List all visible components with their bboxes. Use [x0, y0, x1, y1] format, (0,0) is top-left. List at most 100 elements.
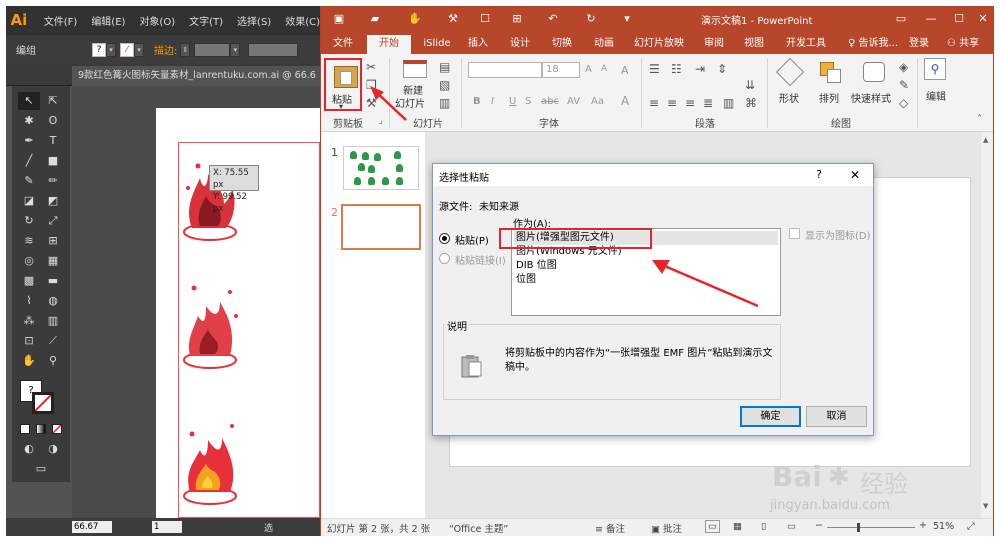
lasso-tool-icon[interactable]: ʘ: [42, 112, 64, 130]
hand-tool-icon[interactable]: ✋: [18, 352, 40, 370]
artboard-tool-icon[interactable]: ⊡: [18, 332, 40, 350]
list-item[interactable]: 位图: [514, 273, 778, 287]
ai-document-tab[interactable]: 9款红色篝火图标矢量素材_lanrentuku.com.ai @ 66.6: [72, 66, 320, 86]
layout-icon[interactable]: ▤: [439, 60, 450, 74]
format-painter-icon[interactable]: ⚒: [445, 11, 461, 27]
tab-animations[interactable]: 动画: [589, 35, 619, 54]
spelling-icon[interactable]: ☐: [477, 11, 493, 27]
type-tool-icon[interactable]: T: [42, 132, 64, 150]
display-as-icon-label[interactable]: 显示为图标(D): [805, 227, 871, 242]
ai-menu-object[interactable]: 对象(O): [139, 13, 175, 28]
new-slide-button[interactable]: 新建 幻灯片: [395, 58, 435, 114]
tab-design[interactable]: 设计: [505, 35, 535, 54]
fire-icon[interactable]: [180, 276, 240, 372]
tab-review[interactable]: 审阅: [699, 35, 729, 54]
list-item[interactable]: DIB 位图: [514, 259, 778, 273]
paste-radio[interactable]: [439, 233, 450, 244]
clear-format-icon[interactable]: A: [621, 64, 629, 77]
normal-view-icon[interactable]: ▭: [705, 520, 720, 533]
close-icon[interactable]: ✕: [843, 166, 867, 184]
share-button[interactable]: ⚇ 共享: [937, 35, 989, 54]
shape-builder-tool-icon[interactable]: ◎: [18, 252, 40, 270]
close-icon[interactable]: ✕: [973, 10, 993, 28]
tab-slideshow[interactable]: 幻灯片放映: [631, 35, 687, 54]
font-name-field[interactable]: [468, 62, 542, 78]
tab-insert[interactable]: 插入: [463, 35, 493, 54]
gradient-mode-icon[interactable]: [36, 424, 46, 434]
magic-wand-tool-icon[interactable]: ✱: [18, 112, 40, 130]
paste-link-radio-label[interactable]: 粘贴链接(I): [455, 252, 506, 267]
chevron-down-icon[interactable]: ▾: [230, 42, 241, 57]
scroll-up-icon[interactable]: ▲: [983, 136, 988, 144]
display-as-icon-checkbox[interactable]: [789, 228, 800, 239]
slide-sorter-icon[interactable]: ▦: [733, 521, 742, 532]
symbol-sprayer-tool-icon[interactable]: ⁂: [18, 312, 40, 330]
draw-inside-icon[interactable]: ◑: [42, 440, 64, 458]
slice-tool-icon[interactable]: ⟋: [42, 332, 64, 350]
paintbrush-tool-icon[interactable]: ✎: [18, 172, 40, 190]
dialog-launcher-icon[interactable]: ⌟: [379, 116, 383, 125]
vertical-scrollbar[interactable]: ▲ ▼: [981, 132, 993, 518]
zoom-slider[interactable]: [827, 523, 915, 532]
undo-icon[interactable]: ↶: [545, 11, 561, 27]
mesh-tool-icon[interactable]: ▩: [18, 272, 40, 290]
tab-home[interactable]: 开始: [367, 35, 411, 54]
stroke-swatch-large[interactable]: [32, 392, 54, 414]
warp-tool-icon[interactable]: ≋: [18, 232, 40, 250]
strikethrough-icon[interactable]: abc: [541, 96, 559, 107]
perspective-grid-tool-icon[interactable]: ▦: [42, 252, 64, 270]
fill-swatch[interactable]: ?: [92, 42, 106, 57]
notes-button[interactable]: ≡ 备注: [595, 521, 625, 535]
selection-tool-icon[interactable]: ↖: [18, 92, 40, 110]
ai-menu-file[interactable]: 文件(F): [44, 13, 78, 28]
tab-view[interactable]: 视图: [739, 35, 769, 54]
pen-tool-icon[interactable]: ✒: [18, 132, 40, 150]
bold-icon[interactable]: B: [473, 96, 481, 107]
bullets-icon[interactable]: ☰: [649, 62, 660, 76]
ai-canvas[interactable]: X: 75.55 px Y: 99.52 px: [72, 86, 320, 520]
variable-width-field[interactable]: [248, 42, 299, 57]
align-left-icon[interactable]: ≡: [649, 96, 659, 110]
eyedropper-tool-icon[interactable]: ⌇: [18, 292, 40, 310]
format-painter-icon[interactable]: ⚒: [366, 96, 377, 110]
arrange-button[interactable]: 排列: [813, 58, 847, 114]
ai-menu-select[interactable]: 选择(S): [237, 13, 271, 28]
slide-thumbnail-2[interactable]: [341, 204, 421, 250]
editing-label[interactable]: 编辑: [926, 88, 946, 103]
scroll-down-icon[interactable]: ▼: [983, 502, 988, 510]
ribbon-display-icon[interactable]: ▭: [891, 10, 911, 28]
ai-artboard-field[interactable]: 1: [152, 521, 182, 533]
color-mode-icon[interactable]: [20, 424, 30, 434]
shadow-icon[interactable]: S: [525, 96, 531, 107]
find-icon[interactable]: ⚲: [924, 58, 946, 80]
graph-tool-icon[interactable]: ▥: [42, 312, 64, 330]
align-right-icon[interactable]: ≡: [685, 96, 695, 110]
blend-tool-icon[interactable]: ◍: [42, 292, 64, 310]
copy-icon[interactable]: ❐: [366, 78, 377, 92]
rotate-tool-icon[interactable]: ↻: [18, 212, 40, 230]
comments-button[interactable]: ▣ 批注: [651, 521, 682, 535]
ok-button[interactable]: 确定: [740, 406, 801, 427]
section-icon[interactable]: ▥: [439, 96, 450, 110]
smartart-icon[interactable]: ⌘: [745, 96, 757, 110]
quick-styles-button[interactable]: 快速样式: [851, 58, 897, 114]
zoom-tool-icon[interactable]: ⚲: [42, 352, 64, 370]
cancel-button[interactable]: 取消: [806, 406, 867, 427]
customize-qat-icon[interactable]: ▾: [619, 11, 635, 27]
free-transform-tool-icon[interactable]: ⊞: [42, 232, 64, 250]
open-folder-icon[interactable]: ▰: [367, 11, 383, 27]
collapse-ribbon-icon[interactable]: ˄: [977, 114, 982, 125]
ai-menu-type[interactable]: 文字(T): [189, 13, 223, 28]
text-direction-icon[interactable]: ⇊: [745, 78, 755, 92]
justify-icon[interactable]: ≣: [703, 96, 713, 110]
slide-thumbnail-1[interactable]: [343, 146, 419, 190]
pencil-tool-icon[interactable]: ✏: [42, 172, 64, 190]
line-tool-icon[interactable]: ╱: [18, 152, 40, 170]
font-size-field[interactable]: 18: [542, 62, 580, 78]
font-color-icon[interactable]: A: [621, 94, 629, 108]
tab-developer[interactable]: 开发工具: [781, 35, 831, 54]
tab-islide[interactable]: iSlide: [417, 35, 457, 54]
minimize-icon[interactable]: —: [921, 10, 941, 28]
line-spacing-icon[interactable]: ⇕: [717, 62, 727, 76]
italic-icon[interactable]: I: [491, 96, 494, 107]
